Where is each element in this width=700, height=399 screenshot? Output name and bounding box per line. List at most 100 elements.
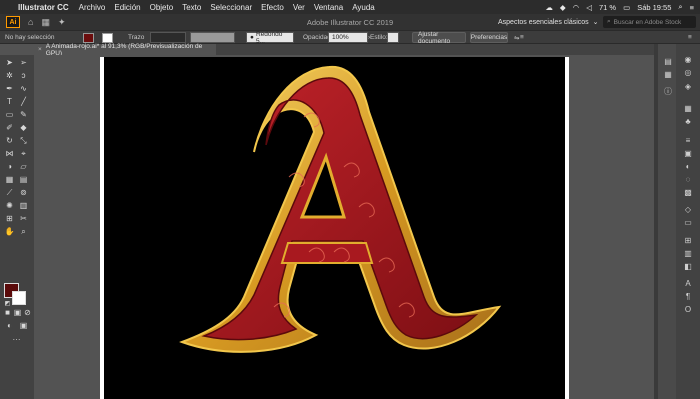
preferences-button[interactable]: Preferencias [470,32,508,43]
brush-definition[interactable]: ● Redondo 5... [246,31,294,45]
opentype-panel-icon[interactable]: O [683,305,693,314]
color-themes-icon[interactable]: ◈ [683,82,693,91]
direct-selection-tool-icon[interactable]: ➢ [18,58,29,68]
creative-cloud-icon[interactable]: ☁ [545,3,553,12]
hand-tool-icon[interactable]: ✋ [4,227,15,237]
variable-width-profile[interactable] [190,32,235,43]
fill-swatch[interactable] [83,32,94,43]
menu-seleccionar[interactable]: Seleccionar [210,3,252,12]
home-icon[interactable]: ⌂ [28,17,33,27]
width-tool-icon[interactable]: ⋈ [4,149,15,159]
layers-panel-icon[interactable]: ◇ [683,205,693,214]
brushes-panel-icon[interactable]: ♣ [683,117,693,126]
properties-panel-icon[interactable]: ▤ [663,57,673,66]
graphic-styles-icon[interactable]: ▩ [683,188,693,197]
close-icon[interactable]: × [38,46,42,53]
edit-toolbar-icon[interactable]: ··· [11,335,22,345]
color-guide-icon[interactable]: ◎ [683,68,693,77]
eraser-tool-icon[interactable]: ◆ [18,123,29,133]
stroke-panel-icon[interactable]: ≡ [683,136,693,145]
volume-icon[interactable]: ◁ [586,3,592,12]
stroke-color-box[interactable] [12,291,26,305]
notification-center-icon[interactable]: ≡ [690,3,694,12]
perspective-grid-tool-icon[interactable]: ▱ [18,162,29,172]
magic-wand-tool-icon[interactable]: ✲ [4,71,15,81]
align-panel-icon[interactable]: ▥ [683,249,693,258]
menu-ayuda[interactable]: Ayuda [352,3,375,12]
curvature-tool-icon[interactable]: ∿ [18,84,29,94]
app-menu[interactable]: Illustrator CC [18,3,69,12]
menu-efecto[interactable]: Efecto [261,3,284,12]
swatches-panel-icon[interactable]: ▦ [683,104,693,113]
drawing-mode-icon[interactable]: ◐ [4,321,15,331]
line-tool-icon[interactable]: ╱ [18,97,29,107]
zoom-tool-icon[interactable]: ⌕ [18,227,29,237]
rectangle-tool-icon[interactable]: ▭ [4,110,15,120]
battery-percentage[interactable]: 71 % [599,3,616,12]
style-swatch[interactable] [387,32,399,43]
menu-edicion[interactable]: Edición [114,3,140,12]
clock[interactable]: Sáb 19:55 [637,3,671,12]
artboards-panel-icon[interactable]: ▭ [683,218,693,227]
lasso-tool-icon[interactable]: ↄ [18,71,29,81]
none-mode-icon[interactable]: ⊘ [22,308,33,318]
paintbrush-tool-icon[interactable]: ✎ [18,110,29,120]
stroke-swatch[interactable] [102,32,113,43]
info-panel-icon[interactable]: ⓘ [663,87,673,96]
shape-builder-tool-icon[interactable]: ◑ [4,162,15,172]
artboard-background [104,57,565,399]
color-panel-icon[interactable]: ◉ [683,55,693,64]
pathfinder-panel-icon[interactable]: ◧ [683,262,693,271]
transparency-panel-icon[interactable]: ◐ [683,162,693,171]
pen-tool-icon[interactable]: ✒ [4,84,15,94]
opacity-field[interactable]: 100% [328,32,368,43]
rotate-tool-icon[interactable]: ↻ [4,136,15,146]
column-graph-tool-icon[interactable]: ▥ [18,201,29,211]
shaper-tool-icon[interactable]: ✐ [4,123,15,133]
document-tab[interactable]: × A Animada-rojo.ai* al 91,3% (RGB/Previ… [34,43,216,57]
wifi-icon[interactable]: ◠ [573,3,580,12]
dropbox-icon[interactable]: ◆ [560,3,566,12]
menu-ventana[interactable]: Ventana [314,3,343,12]
free-transform-tool-icon[interactable]: ⌖ [18,149,29,159]
opacity-label[interactable]: Opacidad [303,32,331,43]
arrange-documents-icon[interactable]: ▦ [41,17,50,28]
spotlight-search-icon[interactable]: ⌕ [678,2,682,12]
fit-document-button[interactable]: Ajustar documento [412,31,466,45]
workspace-switcher[interactable]: Aspectos esenciales clásicos ⌄ [498,16,599,28]
mesh-tool-icon[interactable]: ▦ [4,175,15,185]
selection-tool-icon[interactable]: ➤ [4,58,15,68]
symbol-sprayer-tool-icon[interactable]: ✺ [4,201,15,211]
transform-panel-icon[interactable]: ⊞ [683,236,693,245]
stroke-weight-field[interactable] [150,32,186,43]
slice-tool-icon[interactable]: ✂ [18,214,29,224]
gradient-tool-icon[interactable]: ▤ [18,175,29,185]
gpu-performance-icon[interactable]: ✦ [58,17,66,28]
adobe-stock-search[interactable]: ⌕ Buscar en Adobe Stock [603,16,696,28]
gradient-panel-icon[interactable]: ▣ [683,149,693,158]
paragraph-panel-icon[interactable]: ¶ [683,292,693,301]
menu-texto[interactable]: Texto [182,3,201,12]
blend-tool-icon[interactable]: ⊚ [18,188,29,198]
scale-tool-icon[interactable]: ⤡ [18,136,29,146]
selection-status: No hay selección [5,34,55,41]
stroke-label[interactable]: Trazo [128,32,144,43]
character-panel-icon[interactable]: A [683,279,693,288]
screen-mode-icon[interactable]: ▣ [18,321,29,331]
panel-menu-icon[interactable]: ≡ [520,32,524,43]
tools-panel: ➤ ➢ ✲ ↄ ✒ ∿ T ╱ ▭ ✎ ✐ ◆ ↻ ⤡ ⋈ ⌖ ◑ ▱ ▦ ▤ … [0,55,34,399]
libraries-panel-icon[interactable]: ▦ [663,70,673,79]
search-icon: ⌕ [607,18,611,25]
artboard-tool-icon[interactable]: ⊞ [4,214,15,224]
menu-archivo[interactable]: Archivo [79,3,106,12]
letter-a-artwork[interactable] [104,57,565,399]
menu-ver[interactable]: Ver [293,3,305,12]
appearance-panel-icon[interactable]: ◌ [683,175,693,184]
eyedropper-tool-icon[interactable]: ⟋ [4,188,15,198]
arrange-icon[interactable]: ⇋ [514,32,519,43]
battery-icon[interactable]: ▭ [623,3,630,12]
mac-menubar: Illustrator CC Archivo Edición Objeto Te… [0,0,700,14]
control-bar-menu-icon[interactable]: ≡ [688,32,692,43]
type-tool-icon[interactable]: T [4,97,15,107]
menu-objeto[interactable]: Objeto [150,3,174,12]
